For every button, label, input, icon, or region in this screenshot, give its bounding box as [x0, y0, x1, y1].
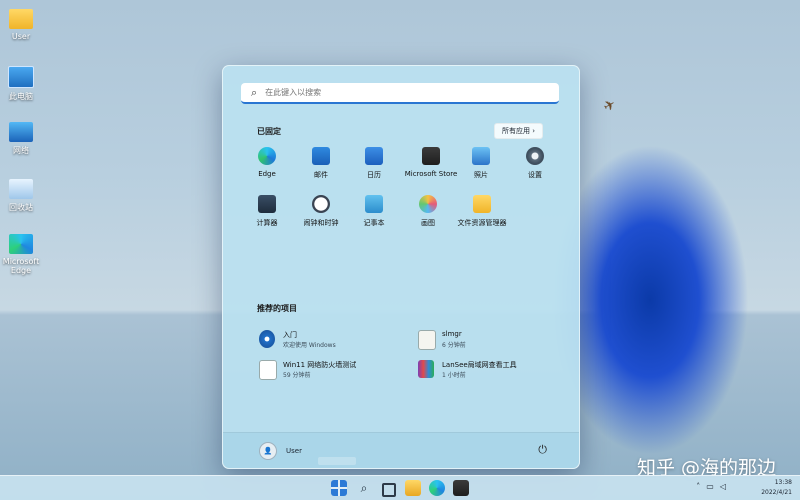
recommended-item[interactable]: LanSee局域网查看工具 1 小时前: [418, 358, 568, 382]
calendar-icon: [365, 147, 383, 165]
clock-time: 13:38: [774, 479, 792, 486]
get-started-icon: [259, 330, 275, 348]
pinned-app-label: 照片: [474, 171, 488, 179]
power-icon: ⏻: [538, 443, 547, 456]
system-tray[interactable]: ˄▭◁: [696, 482, 732, 491]
pinned-app-calculator[interactable]: 计算器: [239, 195, 295, 228]
all-apps-button[interactable]: 所有应用 ›: [493, 123, 543, 139]
recommended-title: 推荐的项目: [257, 304, 297, 313]
recycle-bin-icon: [9, 179, 33, 199]
pinned-app-settings[interactable]: 设置: [507, 147, 563, 180]
clock-date: 2022/4/21: [761, 489, 792, 496]
pinned-app-label: 记事本: [363, 219, 385, 227]
start-menu: ⌕ 已固定 所有应用 › Edge 邮件 日历 Microsoft Store …: [222, 65, 580, 469]
desktop-icon-label: 此电脑: [9, 92, 33, 101]
pinned-title: 已固定: [257, 127, 281, 136]
notepad-icon: [365, 195, 383, 213]
script-file-icon: [418, 330, 436, 350]
document-icon: [259, 360, 277, 380]
start-menu-footer: 👤 User ⏻: [223, 432, 579, 468]
user-account-button[interactable]: 👤 User: [259, 442, 302, 460]
pinned-app-label: 邮件: [314, 171, 328, 179]
photos-icon: [472, 147, 490, 165]
pinned-app-file-explorer[interactable]: 文件资源管理器: [445, 195, 519, 228]
pinned-app-label: Microsoft Store: [404, 170, 458, 178]
edge-icon: [9, 234, 33, 254]
recommended-item[interactable]: slmgr 6 分钟前: [418, 328, 568, 352]
store-icon: [422, 147, 440, 165]
desktop-icon-label: 网络: [13, 146, 29, 155]
recommended-item-subtitle: 59 分钟前: [283, 372, 311, 379]
recommended-item-name: slmgr: [442, 330, 462, 338]
pinned-app-label: 文件资源管理器: [457, 219, 507, 227]
recommended-item[interactable]: 入门 欢迎使用 Windows: [259, 328, 409, 352]
pinned-app-mail[interactable]: 邮件: [293, 147, 349, 180]
search-icon: ⌕: [360, 481, 368, 495]
pinned-app-label: 设置: [528, 171, 542, 179]
task-view-button[interactable]: [382, 483, 396, 497]
file-explorer-icon: [473, 195, 491, 213]
pinned-app-edge[interactable]: Edge: [239, 147, 295, 178]
pinned-app-label: 闹钟和时钟: [303, 219, 339, 227]
taskbar-clock[interactable]: 13:38 2022/4/21: [761, 478, 792, 498]
calculator-icon: [258, 195, 276, 213]
start-button[interactable]: [331, 480, 347, 496]
recommended-item-name: LanSee局域网查看工具: [442, 361, 517, 369]
recommended-item-subtitle: 欢迎使用 Windows: [283, 342, 336, 349]
desktop-icon-edge[interactable]: Microsoft Edge: [0, 234, 42, 275]
edge-icon: [258, 147, 276, 165]
paint-icon: [419, 195, 437, 213]
desktop-icon-label: 回收站: [9, 203, 33, 212]
volume-icon[interactable]: ◁: [720, 482, 732, 491]
pinned-app-label: 画图: [421, 219, 435, 227]
taskbar: ⌕ ˄▭◁ 13:38 2022/4/21: [0, 475, 800, 500]
pinned-app-photos[interactable]: 照片: [453, 147, 509, 180]
taskbar-search-button[interactable]: ⌕: [356, 480, 372, 496]
recommended-item-name: 入门: [283, 331, 297, 339]
search-icon: ⌕: [251, 85, 258, 99]
pinned-app-notepad[interactable]: 记事本: [346, 195, 402, 228]
search-box[interactable]: ⌕: [241, 83, 559, 104]
clock-icon: [312, 195, 330, 213]
start-menu-handle: [318, 457, 356, 465]
desktop-icon-this-pc[interactable]: 此电脑: [0, 66, 42, 102]
power-button[interactable]: ⏻: [538, 443, 547, 457]
pinned-app-label: 日历: [367, 171, 381, 179]
desktop-icon-label: User: [11, 32, 31, 41]
taskbar-store-button[interactable]: [453, 480, 469, 496]
search-input[interactable]: [263, 87, 528, 98]
recommended-item-subtitle: 1 小时前: [442, 372, 466, 379]
taskbar-edge-button[interactable]: [429, 480, 445, 496]
pinned-app-calendar[interactable]: 日历: [346, 147, 402, 180]
network-icon: [9, 122, 33, 142]
bird-icon: ✈: [600, 96, 619, 116]
chevron-up-icon[interactable]: ˄: [696, 482, 706, 491]
desktop-icon-label: Microsoft Edge: [2, 257, 40, 275]
recommended-item-subtitle: 6 分钟前: [442, 342, 466, 349]
folder-icon: [9, 9, 33, 29]
all-apps-label: 所有应用: [501, 127, 530, 135]
computer-icon: [8, 66, 34, 88]
recommended-item-name: Win11 网络防火墙测试: [283, 361, 357, 369]
user-name: User: [286, 447, 302, 455]
recommended-item[interactable]: Win11 网络防火墙测试 59 分钟前: [259, 358, 409, 382]
pinned-app-clock[interactable]: 闹钟和时钟: [293, 195, 349, 228]
user-avatar-icon: 👤: [259, 442, 277, 460]
chevron-right-icon: ›: [532, 127, 535, 135]
pinned-app-label: Edge: [258, 170, 276, 178]
winrar-icon: [418, 360, 434, 378]
desktop-icon-user-folder[interactable]: User: [0, 9, 42, 41]
desktop-icon-network[interactable]: 网络: [0, 122, 42, 156]
pinned-app-label: 计算器: [256, 219, 278, 227]
desktop-icon-recycle-bin[interactable]: 回收站: [0, 179, 42, 213]
settings-icon: [526, 147, 544, 165]
mail-icon: [312, 147, 330, 165]
taskbar-file-explorer-button[interactable]: [405, 480, 421, 496]
network-icon[interactable]: ▭: [706, 482, 720, 491]
